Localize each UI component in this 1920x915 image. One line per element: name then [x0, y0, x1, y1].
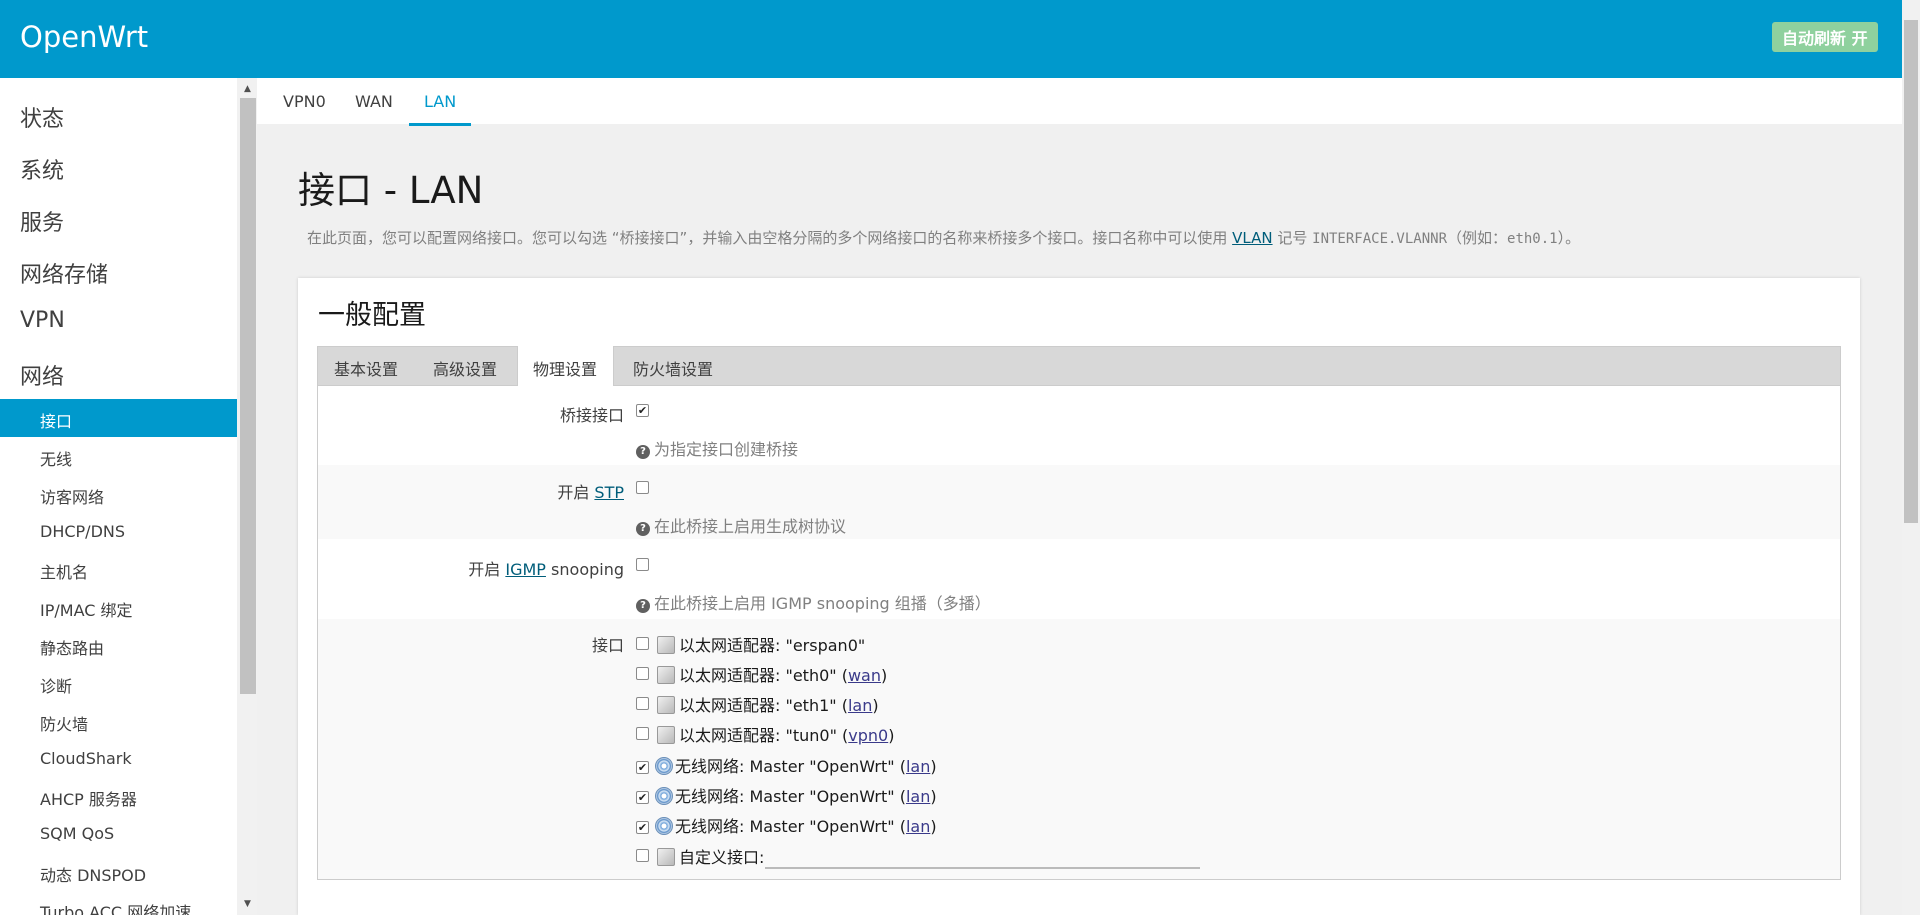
interface-option[interactable]: 以太网适配器: "eth0" (wan)	[636, 662, 887, 686]
sidebar-item-interfaces[interactable]: 接口	[40, 408, 72, 432]
sidebar-item-static-routes[interactable]: 静态路由	[40, 635, 104, 659]
sidebar-item-diagnostics[interactable]: 诊断	[40, 673, 72, 697]
tab-vpn0[interactable]: VPN0	[283, 92, 326, 111]
igmp-checkbox[interactable]	[636, 558, 649, 571]
ethernet-icon	[657, 666, 675, 684]
desc-example-code: eth0.1	[1507, 231, 1558, 247]
interface-option[interactable]: 以太网适配器: "eth1" (lan)	[636, 692, 879, 716]
desc-example-pre: （例如：	[1447, 229, 1508, 247]
interface-checkbox[interactable]	[636, 849, 649, 862]
tab-advanced-settings[interactable]: 高级设置	[433, 356, 497, 380]
active-tab-underline	[409, 123, 471, 126]
ethernet-icon	[657, 636, 675, 654]
network-link-lan[interactable]: lan	[906, 757, 930, 776]
help-icon: ?	[636, 522, 650, 536]
interface-option[interactable]: ✔ 无线网络: Master "OpenWrt" (lan)	[636, 783, 937, 807]
page-description: 在此页面，您可以配置网络接口。您可以勾选 “桥接接口”，并输入由空格分隔的多个网…	[307, 227, 1580, 248]
sidebar-item-sqm-qos[interactable]: SQM QoS	[40, 824, 114, 843]
custom-interface-input[interactable]	[765, 845, 1200, 869]
network-link-lan[interactable]: lan	[906, 817, 930, 836]
sidebar-item-ip-mac-binding[interactable]: IP/MAC 绑定	[40, 597, 133, 621]
interface-option[interactable]: ✔ 无线网络: Master "OpenWrt" (lan)	[636, 813, 937, 837]
network-link-wan[interactable]: wan	[848, 666, 881, 685]
ethernet-icon	[657, 726, 675, 744]
top-header	[0, 0, 1902, 78]
sidebar-item-dhcp-dns[interactable]: DHCP/DNS	[40, 522, 125, 541]
interface-checkbox[interactable]: ✔	[636, 791, 649, 804]
bridge-label: 桥接接口	[559, 406, 624, 425]
stp-hint: ? 在此桥接上启用生成树协议	[636, 513, 846, 537]
sidebar-item-guest-network[interactable]: 访客网络	[40, 484, 104, 508]
sidebar-item-wireless[interactable]: 无线	[40, 446, 72, 470]
interface-checkbox[interactable]	[636, 637, 649, 650]
sidebar-menu-services[interactable]: 服务	[20, 205, 64, 237]
row-interfaces-bg	[318, 619, 1840, 879]
wireless-icon	[655, 757, 673, 775]
sidebar-scroll-up-icon[interactable]: ▲	[244, 84, 251, 94]
stp-label: 开启 STP	[557, 483, 624, 502]
interface-checkbox[interactable]: ✔	[636, 821, 649, 834]
desc-example-post: ）。	[1557, 229, 1581, 247]
interface-tabs-bar	[257, 78, 1902, 124]
network-link-lan[interactable]: lan	[906, 787, 930, 806]
igmp-hint: ? 在此桥接上启用 IGMP snooping 组播（多播）	[636, 590, 991, 614]
interfaces-label: 接口	[591, 636, 624, 655]
tab-physical-settings[interactable]: 物理设置	[533, 356, 597, 380]
sidebar: 状态 系统 服务 网络存储 VPN 网络 接口 无线 访客网络 DHCP/DNS…	[0, 78, 237, 915]
page-title: 接口 - LAN	[298, 169, 484, 212]
sidebar-item-ahcp[interactable]: AHCP 服务器	[40, 786, 137, 810]
row-stp-bg	[318, 465, 1840, 539]
auto-refresh-toggle[interactable]: 自动刷新 开	[1772, 22, 1878, 52]
help-icon: ?	[636, 445, 650, 459]
interface-checkbox[interactable]: ✔	[636, 761, 649, 774]
tab-lan[interactable]: LAN	[424, 92, 456, 111]
network-link-lan[interactable]: lan	[848, 696, 872, 715]
desc-text-mid: 记号	[1277, 229, 1308, 247]
stp-checkbox[interactable]	[636, 481, 649, 494]
stp-link[interactable]: STP	[594, 483, 624, 502]
wireless-icon	[655, 787, 673, 805]
bridge-hint: ? 为指定接口创建桥接	[636, 436, 798, 460]
igmp-label: 开启 IGMP snooping	[468, 560, 624, 579]
network-link-vpn0[interactable]: vpn0	[848, 726, 888, 745]
igmp-link[interactable]: IGMP	[505, 560, 546, 579]
sidebar-menu-system[interactable]: 系统	[20, 153, 64, 185]
brand-logo[interactable]: OpenWrt	[20, 20, 148, 54]
sidebar-item-hostnames[interactable]: 主机名	[40, 559, 88, 583]
sidebar-item-dnspod[interactable]: 动态 DNSPOD	[40, 862, 146, 886]
interface-checkbox[interactable]	[636, 697, 649, 710]
sidebar-item-cloudshark[interactable]: CloudShark	[40, 749, 132, 768]
sidebar-menu-network[interactable]: 网络	[20, 359, 64, 391]
sidebar-scroll-down-icon[interactable]: ▼	[244, 899, 251, 909]
sidebar-scrollbar-thumb[interactable]	[240, 98, 256, 694]
interface-option[interactable]: 以太网适配器: "erspan0"	[636, 632, 865, 656]
interface-checkbox[interactable]	[636, 727, 649, 740]
page-scrollbar-thumb[interactable]	[1904, 20, 1918, 523]
tab-basic-settings[interactable]: 基本设置	[334, 356, 398, 380]
interface-option[interactable]: 以太网适配器: "tun0" (vpn0)	[636, 722, 894, 746]
sidebar-menu-status[interactable]: 状态	[20, 101, 64, 133]
desc-code: INTERFACE.VLANNR	[1312, 231, 1447, 247]
bridge-checkbox[interactable]: ✔	[636, 404, 649, 417]
sidebar-active-highlight	[0, 399, 237, 437]
tab-wan[interactable]: WAN	[355, 92, 393, 111]
interface-option[interactable]: ✔ 无线网络: Master "OpenWrt" (lan)	[636, 753, 937, 777]
ethernet-icon	[657, 848, 675, 866]
desc-text: 在此页面，您可以配置网络接口。您可以勾选 “桥接接口”，并输入由空格分隔的多个网…	[307, 229, 1228, 247]
sidebar-item-turbo-acc[interactable]: Turbo ACC 网络加速	[40, 899, 191, 915]
help-icon: ?	[636, 599, 650, 613]
sidebar-menu-vpn[interactable]: VPN	[20, 308, 65, 333]
sidebar-menu-nas[interactable]: 网络存储	[20, 257, 108, 289]
sidebar-item-firewall[interactable]: 防火墙	[40, 711, 88, 735]
interface-checkbox[interactable]	[636, 667, 649, 680]
section-title: 一般配置	[318, 300, 426, 331]
interface-option-custom[interactable]: 自定义接口:	[636, 844, 764, 868]
wireless-icon	[655, 817, 673, 835]
tab-firewall-settings[interactable]: 防火墙设置	[633, 356, 713, 380]
ethernet-icon	[657, 696, 675, 714]
vlan-link[interactable]: VLAN	[1232, 229, 1272, 247]
